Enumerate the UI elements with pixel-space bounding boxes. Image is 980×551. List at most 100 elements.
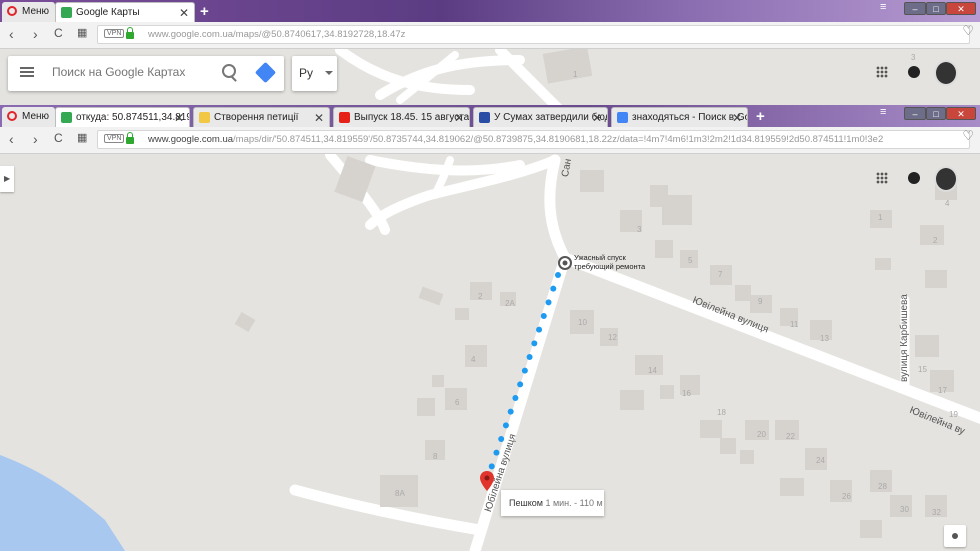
house-number-label: 15 — [918, 365, 927, 374]
directions-icon[interactable] — [254, 61, 277, 84]
speed-dial-icon[interactable]: ▦ — [77, 131, 87, 144]
route-dot — [517, 381, 524, 388]
destination-pin-icon[interactable] — [480, 471, 494, 493]
minimize-button[interactable]: – — [904, 2, 926, 15]
apps-grid-icon[interactable] — [876, 66, 888, 78]
back-arrow-icon[interactable]: ‹ — [9, 131, 14, 147]
maps-search-input[interactable] — [50, 64, 214, 80]
maximize-button[interactable]: □ — [926, 2, 946, 15]
maximize-button[interactable]: □ — [926, 107, 946, 120]
new-tab-button[interactable]: + — [200, 3, 209, 20]
front-tab-1[interactable]: откуда: 50.874511,34.819559✕ — [55, 107, 190, 127]
street-label-karbysheva: вулиця Карбишева — [899, 294, 910, 382]
close-tab-icon[interactable]: ✕ — [174, 111, 184, 125]
minimize-button[interactable]: – — [904, 107, 926, 120]
my-location-button[interactable] — [944, 525, 966, 547]
close-tab-icon[interactable]: ✕ — [454, 111, 464, 125]
notifications-icon[interactable] — [908, 172, 920, 184]
forward-arrow-icon[interactable]: › — [33, 131, 38, 147]
url-domain: www.google.com.ua — [148, 29, 234, 40]
back-url-field[interactable]: VPN www.google.com.ua/maps/@50.8740617,3… — [97, 25, 970, 44]
opera-logo-icon — [7, 111, 17, 121]
route-dot — [555, 272, 561, 278]
close-tab-icon[interactable]: ✕ — [592, 111, 602, 125]
tab-menu-icon[interactable]: ≡ — [880, 1, 886, 13]
vpn-badge[interactable]: VPN — [104, 29, 125, 38]
poi-label-line1: Ужасный спуск — [574, 253, 626, 262]
close-tab-icon[interactable]: ✕ — [314, 111, 324, 125]
front-url-field[interactable]: VPN www.google.com.ua/maps/dir/'50.87451… — [97, 130, 970, 149]
route-dot — [512, 395, 519, 401]
route-dot — [531, 340, 538, 347]
house-number-label: 30 — [900, 505, 909, 514]
expand-panel-button[interactable]: ▶ — [0, 166, 14, 192]
avatar[interactable] — [934, 60, 958, 86]
back-arrow-icon[interactable]: ‹ — [9, 26, 14, 42]
front-tab-5[interactable]: знаходяться - Поиск в Go ✕ — [611, 107, 748, 127]
route-dot — [521, 367, 528, 374]
bookmark-heart-icon[interactable]: ♡ — [962, 128, 974, 144]
tab-favicon-icon — [61, 112, 72, 123]
route-dot — [545, 299, 552, 306]
front-opera-menu-button[interactable]: Меню — [2, 107, 56, 127]
back-tab-google-maps[interactable]: Google Карты ✕ — [55, 2, 195, 22]
speed-dial-icon[interactable]: ▦ — [77, 26, 87, 39]
route-info-box[interactable]: Пешком 1 мин. - 110 м — [501, 490, 604, 516]
notifications-icon[interactable] — [908, 66, 920, 78]
new-tab-button[interactable]: + — [756, 108, 765, 125]
search-icon[interactable] — [222, 64, 236, 78]
lock-icon — [126, 132, 134, 144]
close-tab-icon[interactable]: ✕ — [732, 111, 742, 125]
url-path: /maps/@50.8740617,34.8192728,18.47z — [233, 29, 406, 40]
reload-icon[interactable]: C — [54, 26, 63, 40]
close-window-button[interactable]: ✕ — [946, 2, 976, 15]
house-number-label: 2 — [933, 236, 938, 245]
opera-logo-icon — [7, 6, 17, 16]
forward-arrow-icon[interactable]: › — [33, 26, 38, 42]
close-window-button[interactable]: ✕ — [946, 107, 976, 120]
poi-marker-icon[interactable] — [557, 255, 573, 271]
hamburger-menu-icon[interactable] — [20, 67, 34, 69]
front-tab-2[interactable]: Створення петиції ✕ — [193, 107, 330, 127]
tab-menu-icon[interactable]: ≡ — [880, 106, 886, 118]
route-mode: Пешком — [509, 498, 543, 508]
house-number-label: 24 — [816, 456, 825, 465]
house-number-label: 6 — [455, 398, 460, 407]
maps-search-box[interactable] — [8, 56, 284, 91]
avatar[interactable] — [934, 166, 958, 192]
house-number-label: 13 — [820, 334, 829, 343]
tab-title: откуда: 50.874511,34.819559 — [76, 112, 189, 123]
route-distance: 110 м — [579, 498, 603, 508]
close-tab-icon[interactable]: ✕ — [179, 6, 189, 20]
vpn-badge[interactable]: VPN — [104, 134, 125, 143]
apps-grid-icon[interactable] — [876, 172, 888, 184]
back-opera-menu-button[interactable]: Меню — [2, 2, 56, 22]
front-tab-4[interactable]: У Сумах затвердили бюд ✕ — [473, 107, 608, 127]
house-number-label: 28 — [878, 482, 887, 491]
google-maps-favicon-icon — [61, 7, 72, 18]
house-number-label: 8 — [433, 452, 438, 461]
tab-favicon-icon — [479, 112, 490, 123]
route-dot — [540, 313, 547, 319]
tab-title: У Сумах затвердили бюд — [494, 112, 608, 123]
house-number-label: 17 — [938, 386, 947, 395]
route-dot — [502, 422, 509, 429]
front-window-controls: ≡ – □ ✕ — [880, 106, 976, 121]
language-selector[interactable]: Ру — [292, 56, 337, 91]
back-address-bar: ‹ › C ▦ VPN www.google.com.ua/maps/@50.8… — [0, 22, 980, 49]
house-number-label: 12 — [608, 333, 617, 342]
tab-favicon-icon — [339, 112, 350, 123]
house-number-label: 1 — [878, 213, 883, 222]
house-number-label: 9 — [758, 297, 763, 306]
front-tab-3[interactable]: Выпуск 18.45. 15 августа ✕ — [333, 107, 470, 127]
reload-icon[interactable]: C — [54, 131, 63, 145]
bookmark-heart-icon[interactable]: ♡ — [962, 23, 974, 39]
house-number-label: 1 — [573, 70, 578, 79]
house-number-label: 3 — [637, 225, 642, 234]
front-address-bar: ‹ › C ▦ VPN www.google.com.ua/maps/dir/'… — [0, 127, 980, 154]
tab-title: Створення петиції — [214, 112, 299, 123]
house-number-label: 4 — [945, 199, 950, 208]
route-dot — [493, 449, 500, 456]
house-number-label: 14 — [648, 366, 657, 375]
poi-label[interactable]: Ужасный спуск требующий ремонта — [574, 253, 645, 271]
